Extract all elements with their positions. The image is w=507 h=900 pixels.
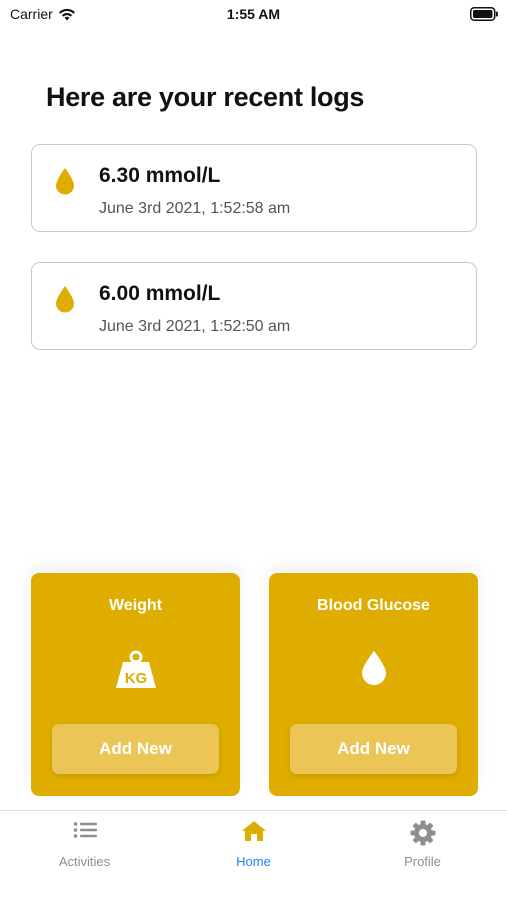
blood-drop-icon xyxy=(56,286,74,313)
list-icon xyxy=(73,822,97,838)
tab-activities-label: Activities xyxy=(58,854,111,869)
page-title: Here are your recent logs xyxy=(46,82,365,112)
blood-glucose-card-title: Blood Glucose xyxy=(317,597,430,614)
battery-icon xyxy=(470,7,498,21)
home-icon xyxy=(241,821,266,841)
tab-bar: Activities Home Profile xyxy=(0,810,507,900)
log-timestamp: June 3rd 2021, 1:52:58 am xyxy=(99,200,291,217)
weight-card-title: Weight xyxy=(108,597,163,614)
status-bar: Carrier 1:55 AM xyxy=(0,0,507,30)
tab-activities[interactable]: Activities xyxy=(0,811,169,881)
tab-profile-label: Profile xyxy=(404,854,441,869)
tab-profile[interactable]: Profile xyxy=(338,811,507,881)
weight-kg-icon: KG xyxy=(115,650,156,688)
tab-home[interactable]: Home xyxy=(169,811,338,881)
tab-home-label: Home xyxy=(236,854,271,869)
log-value: 6.30 mmol/L xyxy=(99,164,221,187)
status-time: 1:55 AM xyxy=(226,6,281,22)
log-card[interactable]: 6.00 mmol/L June 3rd 2021, 1:52:50 am xyxy=(31,262,477,350)
blood-drop-icon xyxy=(361,651,386,685)
log-timestamp: June 3rd 2021, 1:52:50 am xyxy=(99,318,291,335)
weight-card: Weight KG Add New xyxy=(31,573,240,796)
log-card[interactable]: 6.30 mmol/L June 3rd 2021, 1:52:58 am xyxy=(31,144,477,232)
add-weight-button[interactable]: Add New xyxy=(52,724,219,774)
add-glucose-button[interactable]: Add New xyxy=(290,724,457,774)
gear-icon xyxy=(410,820,435,846)
blood-drop-icon xyxy=(56,168,74,195)
svg-text:KG: KG xyxy=(124,670,147,687)
log-value: 6.00 mmol/L xyxy=(99,282,221,305)
blood-glucose-card: Blood Glucose Add New xyxy=(269,573,478,796)
